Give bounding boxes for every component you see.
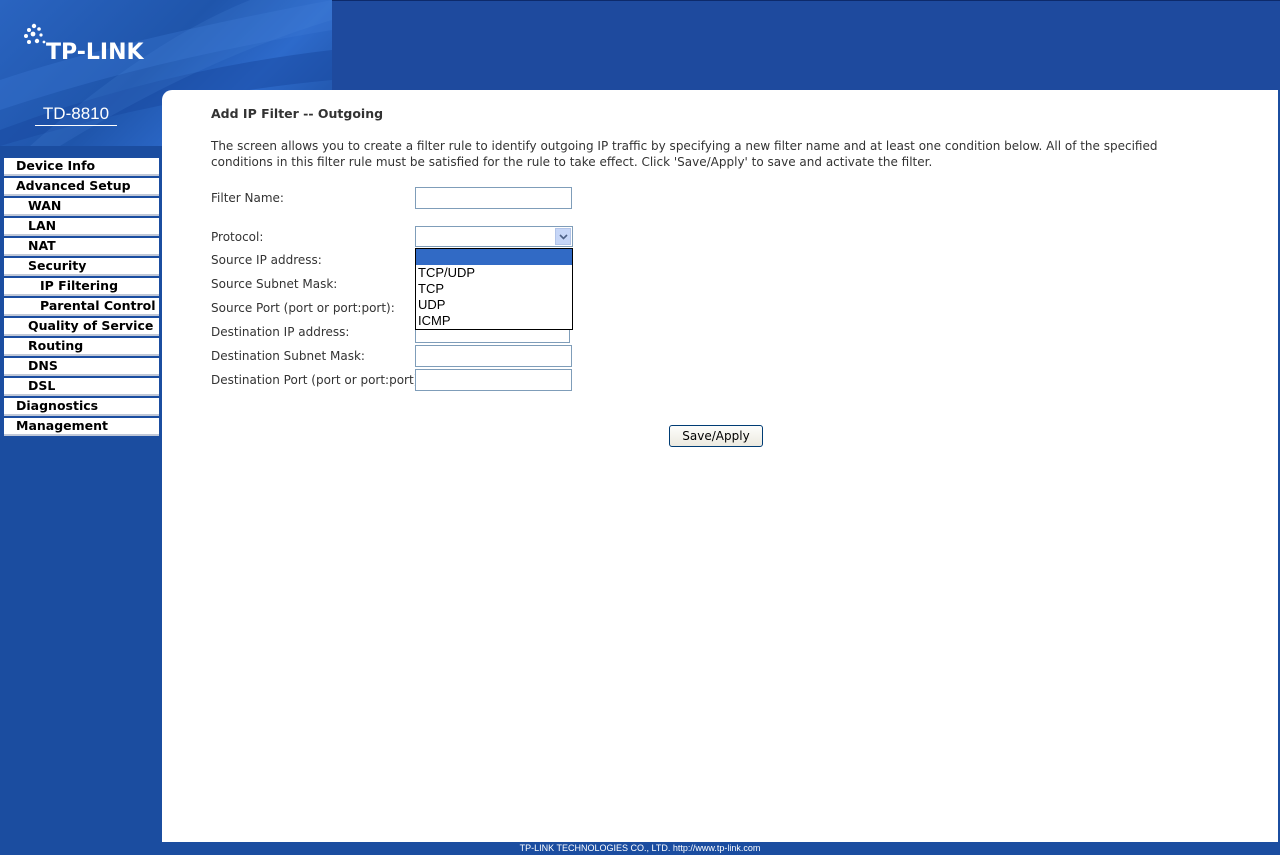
- destination-port-input[interactable]: [415, 369, 572, 391]
- protocol-option-blank[interactable]: [416, 249, 572, 265]
- sidebar-item-lan[interactable]: LAN: [4, 218, 159, 236]
- sidebar-item-device-info[interactable]: Device Info: [4, 158, 159, 176]
- protocol-option-tcp-udp[interactable]: TCP/UDP: [416, 265, 572, 281]
- source-mask-label: Source Subnet Mask:: [211, 277, 338, 291]
- protocol-option-tcp[interactable]: TCP: [416, 281, 572, 297]
- filter-name-label: Filter Name:: [211, 191, 284, 205]
- protocol-option-icmp[interactable]: ICMP: [416, 313, 572, 329]
- protocol-label: Protocol:: [211, 230, 264, 244]
- destination-mask-input[interactable]: [415, 345, 572, 367]
- sidebar-item-management[interactable]: Management: [4, 418, 159, 436]
- model-name: TD-8810: [35, 104, 117, 126]
- sidebar-item-diagnostics[interactable]: Diagnostics: [4, 398, 159, 416]
- router-admin-page: TP-LINK TD-8810 Device Info Advanced Set…: [0, 0, 1280, 853]
- page-title: Add IP Filter -- Outgoing: [211, 106, 384, 121]
- protocol-dropdown-list: TCP/UDP TCP UDP ICMP: [415, 248, 573, 330]
- sidebar-item-parental-control[interactable]: Parental Control: [4, 298, 159, 316]
- sidebar-item-ip-filtering[interactable]: IP Filtering: [4, 278, 159, 296]
- protocol-select[interactable]: [415, 226, 573, 247]
- protocol-option-udp[interactable]: UDP: [416, 297, 572, 313]
- chevron-down-icon[interactable]: [555, 228, 571, 245]
- page-description: The screen allows you to create a filter…: [211, 139, 1158, 169]
- source-ip-label: Source IP address:: [211, 253, 322, 267]
- sidebar-item-nat[interactable]: NAT: [4, 238, 159, 256]
- filter-name-input[interactable]: [415, 187, 572, 209]
- destination-mask-label: Destination Subnet Mask:: [211, 349, 365, 363]
- sidebar-item-routing[interactable]: Routing: [4, 338, 159, 356]
- sidebar-item-dns[interactable]: DNS: [4, 358, 159, 376]
- tp-link-logo-icon: [24, 23, 46, 44]
- sidebar-item-wan[interactable]: WAN: [4, 198, 159, 216]
- source-port-label: Source Port (port or port:port):: [211, 301, 395, 315]
- destination-port-label: Destination Port (port or port:port):: [211, 373, 423, 387]
- sidebar-item-dsl[interactable]: DSL: [4, 378, 159, 396]
- save-apply-button[interactable]: Save/Apply: [669, 425, 763, 447]
- destination-ip-label: Destination IP address:: [211, 325, 350, 339]
- main-content: Add IP Filter -- Outgoing The screen all…: [162, 90, 1278, 842]
- sidebar-item-quality-of-service[interactable]: Quality of Service: [4, 318, 159, 336]
- brand-logo-text: TP-LINK: [46, 40, 144, 65]
- sidebar-item-advanced-setup[interactable]: Advanced Setup: [4, 178, 159, 196]
- sidebar-item-security[interactable]: Security: [4, 258, 159, 276]
- footer-copyright: TP-LINK TECHNOLOGIES CO., LTD. http://ww…: [0, 842, 1280, 853]
